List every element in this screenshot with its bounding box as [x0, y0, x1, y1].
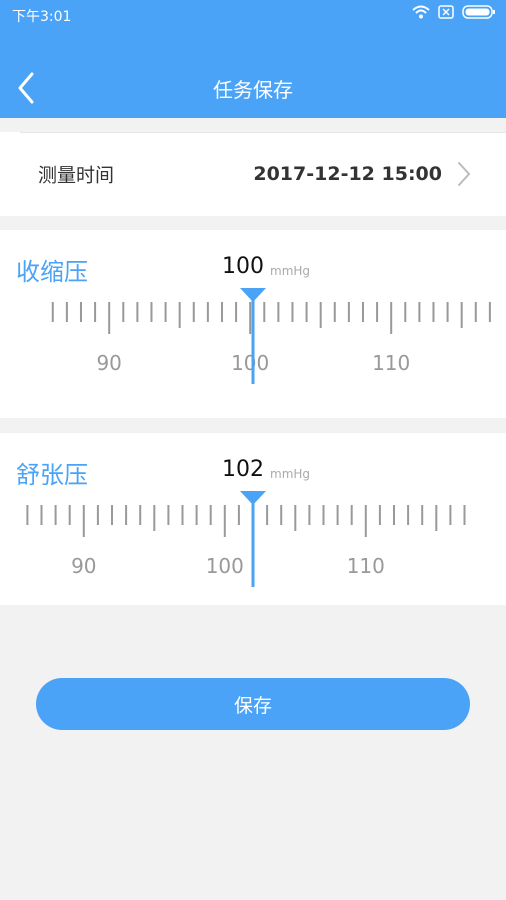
sim-none-icon [438, 5, 454, 19]
systolic-ruler-tick-label: 100 [231, 351, 269, 375]
wifi-icon [412, 5, 430, 19]
status-icons [412, 5, 496, 19]
diastolic-unit: mmHg [270, 467, 311, 481]
page-title: 任务保存 [213, 78, 293, 102]
diastolic-ruler-tick-label: 100 [206, 554, 244, 578]
save-button[interactable]: 保存 [36, 678, 470, 730]
diastolic-ruler-tick-label: 110 [347, 554, 385, 578]
chevron-right-icon [458, 162, 471, 186]
diastolic-ruler-tick-label: 90 [71, 554, 96, 578]
systolic-unit: mmHg [270, 264, 311, 278]
status-time: 下午3:01 [12, 9, 72, 25]
row-divider [20, 132, 506, 133]
diastolic-ruler[interactable]: 90 100 110 [0, 489, 506, 589]
systolic-label: 收缩压 [16, 258, 88, 286]
diastolic-value: 102 [222, 457, 264, 482]
measure-time-row[interactable]: 测量时间 2017-12-12 15:00 [0, 132, 506, 216]
systolic-value: 100 [222, 254, 264, 279]
systolic-ruler[interactable]: 90 100 110 [0, 286, 506, 386]
diastolic-card: 舒张压 102 mmHg 90 100 110 [0, 433, 506, 605]
systolic-card: 收缩压 100 mmHg 90 100 110 [0, 230, 506, 418]
measure-time-label: 测量时间 [38, 164, 115, 187]
diastolic-ruler-indicator-pointer [240, 491, 266, 505]
app-header: 下午3:01 任务保存 [0, 0, 506, 118]
measure-time-value: 2017-12-12 15:00 [253, 163, 442, 185]
systolic-ruler-tick-label: 110 [372, 351, 410, 375]
battery-icon [462, 5, 495, 19]
status-bar: 下午3:01 [0, 0, 506, 30]
systolic-ruler-tick-label: 90 [96, 351, 121, 375]
systolic-ruler-indicator-pointer [240, 288, 266, 302]
diastolic-label: 舒张压 [16, 461, 88, 489]
